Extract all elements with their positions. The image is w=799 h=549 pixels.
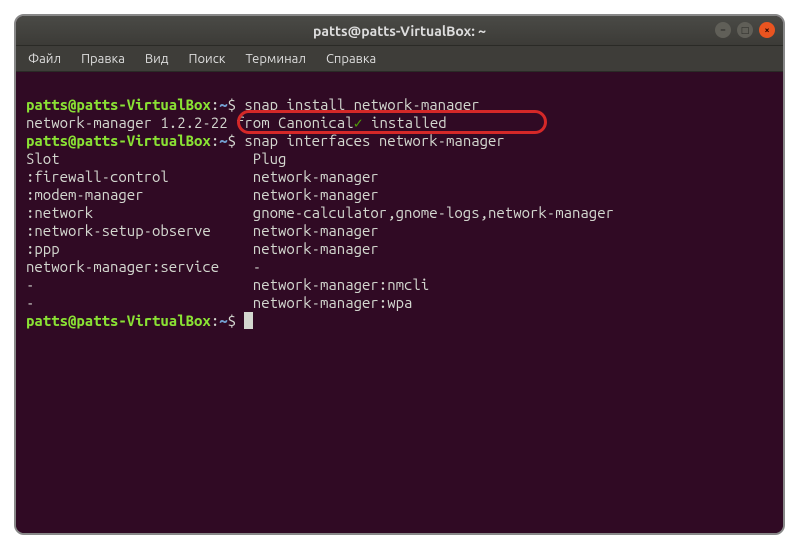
cursor bbox=[244, 312, 253, 329]
table-header: Slot Plug bbox=[26, 150, 286, 167]
prompt-path: ~ bbox=[219, 132, 227, 149]
table-row: :firewall-control network-manager bbox=[26, 168, 379, 185]
menu-help[interactable]: Справка bbox=[320, 50, 382, 68]
output-install-b: installed bbox=[363, 114, 447, 131]
menu-search[interactable]: Поиск bbox=[182, 50, 231, 68]
command-1: snap install network-manager bbox=[236, 96, 480, 113]
terminal-content[interactable]: patts@patts-VirtualBox:~$ snap install n… bbox=[16, 72, 783, 533]
output-install-a: network-manager 1.2.2-22 from Canonical bbox=[26, 114, 354, 131]
table-row: :ppp network-manager bbox=[26, 240, 379, 257]
prompt-user: patts@patts-VirtualBox bbox=[26, 312, 211, 329]
prompt-sep: : bbox=[211, 132, 219, 149]
prompt-dollar: $ bbox=[228, 96, 236, 113]
prompt-sep: : bbox=[211, 96, 219, 113]
menu-file[interactable]: Файл bbox=[22, 50, 67, 68]
prompt-user: patts@patts-VirtualBox bbox=[26, 132, 211, 149]
menu-edit[interactable]: Правка bbox=[75, 50, 131, 68]
table-row: :network-setup-observe network-manager bbox=[26, 222, 379, 239]
table-row: - network-manager:wpa bbox=[26, 294, 412, 311]
table-row: :network gnome-calculator,gnome-logs,net… bbox=[26, 204, 614, 221]
minimize-button[interactable]: – bbox=[715, 22, 731, 38]
prompt-user: patts@patts-VirtualBox bbox=[26, 96, 211, 113]
terminal-window: patts@patts-VirtualBox: ~ – □ × Файл Пра… bbox=[14, 14, 785, 535]
menubar: Файл Правка Вид Поиск Терминал Справка bbox=[16, 46, 783, 72]
close-button[interactable]: × bbox=[759, 22, 775, 38]
check-icon: ✓ bbox=[354, 114, 363, 131]
prompt-sep: : bbox=[211, 312, 219, 329]
maximize-button[interactable]: □ bbox=[737, 22, 753, 38]
menu-view[interactable]: Вид bbox=[139, 50, 175, 68]
table-row: - network-manager:nmcli bbox=[26, 276, 429, 293]
command-2: snap interfaces network-manager bbox=[236, 132, 505, 149]
window-title: patts@patts-VirtualBox: ~ bbox=[313, 23, 486, 39]
prompt-path: ~ bbox=[219, 96, 227, 113]
menu-terminal[interactable]: Терминал bbox=[239, 50, 311, 68]
prompt-dollar: $ bbox=[228, 132, 236, 149]
titlebar: patts@patts-VirtualBox: ~ – □ × bbox=[16, 16, 783, 46]
window-controls: – □ × bbox=[715, 22, 775, 38]
prompt-path: ~ bbox=[219, 312, 227, 329]
table-row: network-manager:service - bbox=[26, 258, 261, 275]
prompt-dollar: $ bbox=[228, 312, 236, 329]
table-row: :modem-manager network-manager bbox=[26, 186, 379, 203]
